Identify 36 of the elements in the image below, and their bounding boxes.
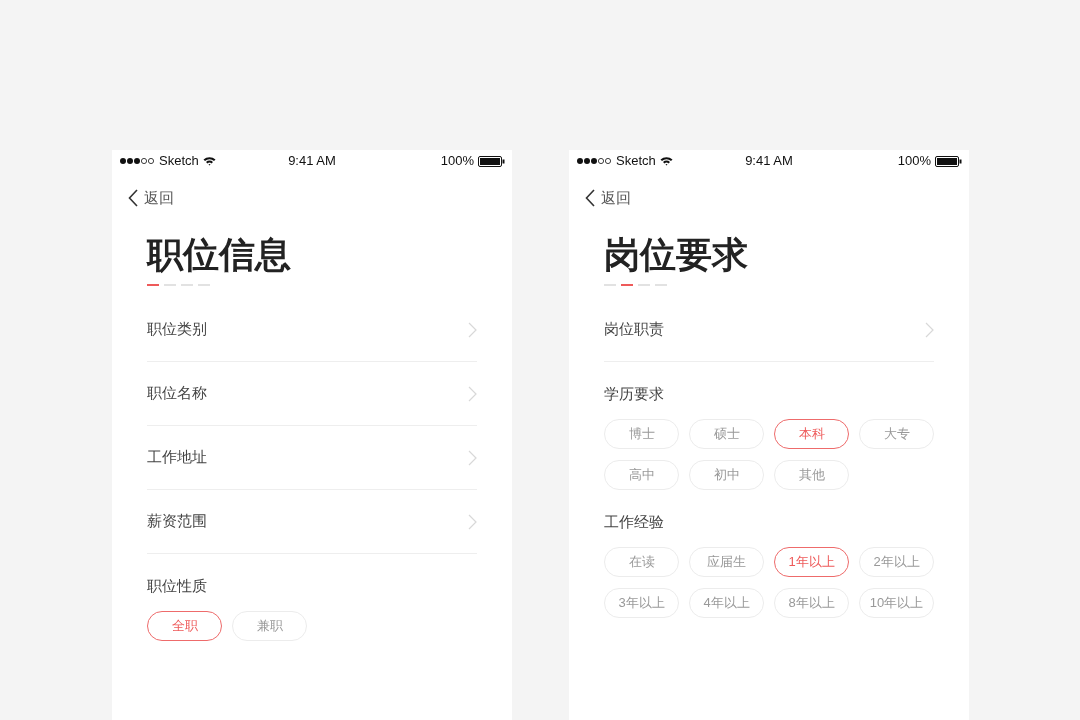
menu-label: 职位名称 bbox=[147, 383, 207, 404]
status-time: 9:41 AM bbox=[288, 152, 336, 171]
carrier-name: Sketch bbox=[159, 152, 199, 171]
chevron-right-icon bbox=[925, 321, 934, 338]
battery-icon bbox=[478, 155, 505, 167]
menu-row[interactable]: 岗位职责 bbox=[604, 298, 934, 362]
menu-label: 岗位职责 bbox=[604, 319, 664, 340]
menu-label: 职位类别 bbox=[147, 319, 207, 340]
section-label: 工作经验 bbox=[604, 512, 665, 532]
chevron-left-icon bbox=[585, 189, 595, 207]
section-label: 职位性质 bbox=[147, 576, 208, 596]
wifi-icon bbox=[202, 156, 216, 166]
page-title: 职位信息 bbox=[147, 233, 292, 277]
status-time: 9:41 AM bbox=[745, 152, 793, 171]
section-label: 学历要求 bbox=[604, 384, 665, 404]
carrier-name: Sketch bbox=[616, 152, 656, 171]
menu-row[interactable]: 工作地址 bbox=[147, 426, 477, 490]
menu-row[interactable]: 职位名称 bbox=[147, 362, 477, 426]
menu-row[interactable]: 职位类别 bbox=[147, 298, 477, 362]
wifi-icon bbox=[659, 156, 673, 166]
chevron-right-icon bbox=[468, 513, 477, 530]
menu-row[interactable]: 薪资范围 bbox=[147, 490, 477, 554]
chevron-right-icon bbox=[468, 321, 477, 338]
chevron-right-icon bbox=[468, 449, 477, 466]
chevron-left-icon bbox=[128, 189, 138, 207]
menu-label: 工作地址 bbox=[147, 447, 207, 468]
back-button[interactable]: 返回 bbox=[585, 186, 631, 210]
page-title: 岗位要求 bbox=[604, 233, 749, 277]
signal-icon bbox=[119, 157, 155, 165]
battery-icon bbox=[935, 155, 962, 167]
signal-icon bbox=[576, 157, 612, 165]
battery-percent: 100% bbox=[897, 152, 931, 171]
chevron-right-icon bbox=[468, 385, 477, 402]
menu-label: 薪资范围 bbox=[147, 511, 207, 532]
battery-percent: 100% bbox=[440, 152, 474, 171]
back-button[interactable]: 返回 bbox=[128, 186, 174, 210]
